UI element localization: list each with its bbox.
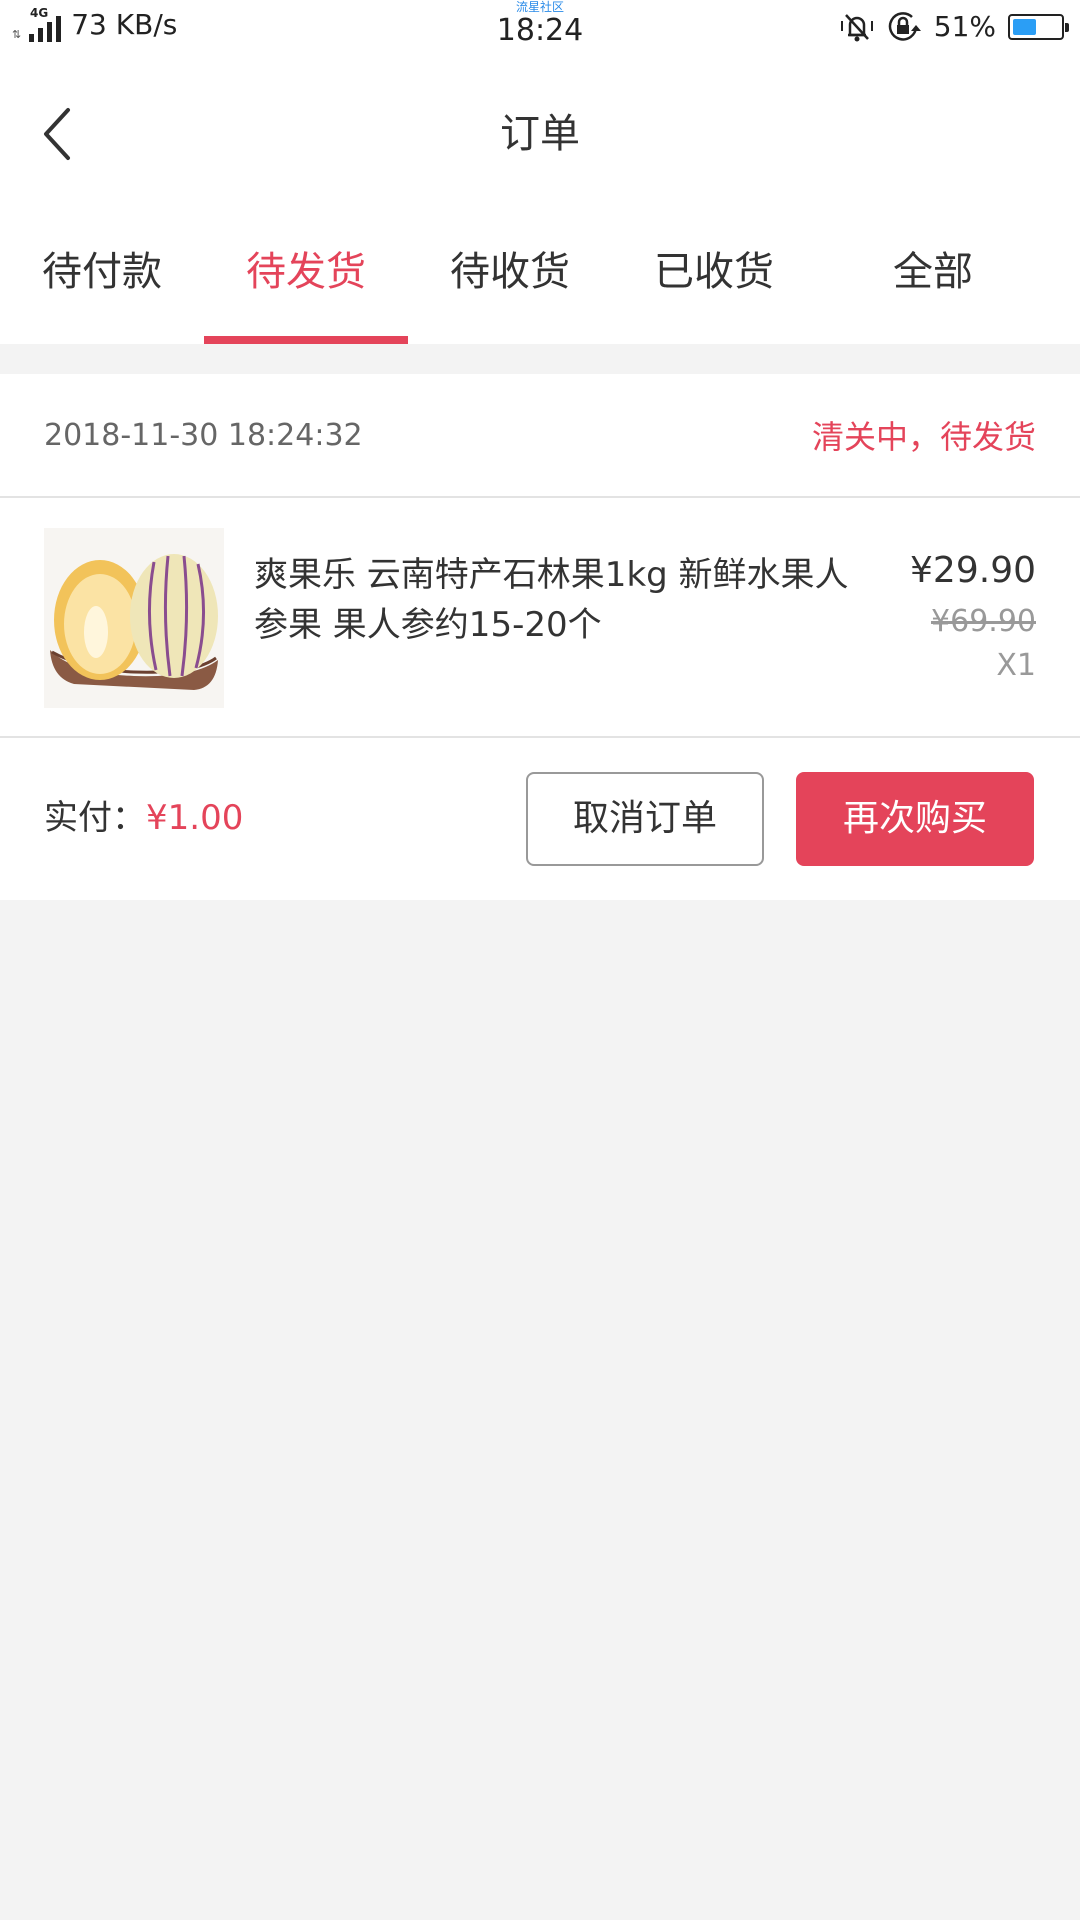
status-bar: ⇅ 4G 73 KB/s 流星社区 18:24 51% <box>0 0 1080 54</box>
buy-again-button[interactable]: 再次购买 <box>796 772 1034 866</box>
tab-pending-shipment[interactable]: 待发货 <box>204 204 408 344</box>
tab-pending-receipt[interactable]: 待收货 <box>408 204 612 344</box>
order-footer: 实付：¥1.00 取消订单 再次购买 <box>0 738 1080 898</box>
rotation-lock-icon <box>888 11 921 41</box>
tab-pending-payment[interactable]: 待付款 <box>0 204 204 344</box>
cancel-order-button[interactable]: 取消订单 <box>526 772 764 866</box>
order-tabs: 待付款 待发货 待收货 已收货 全部 <box>0 204 1080 344</box>
product-name[interactable]: 爽果乐 云南特产石林果1kg 新鲜水果人参果 果人参约15-20个 <box>254 550 874 650</box>
mute-icon <box>840 13 873 41</box>
tab-received[interactable]: 已收货 <box>612 204 816 344</box>
page-title: 订单 <box>500 111 580 157</box>
order-status: 清关中，待发货 <box>811 418 1036 456</box>
battery-level <box>1013 18 1037 35</box>
paid-total: 实付：¥1.00 <box>44 786 243 850</box>
product-quantity: X1 <box>996 648 1036 683</box>
order-card: 2018-11-30 18:24:32 清关中，待发货 爽果乐 云南特产石林果1… <box>0 374 1080 900</box>
product-price: ¥29.90 <box>910 550 1036 591</box>
order-datetime: 2018-11-30 18:24:32 <box>44 417 363 453</box>
status-right: 51% <box>840 10 1069 43</box>
order-item[interactable]: 爽果乐 云南特产石林果1kg 新鲜水果人参果 果人参约15-20个 ¥29.90… <box>0 498 1080 738</box>
battery-percent: 51% <box>933 10 996 43</box>
order-header: 2018-11-30 18:24:32 清关中，待发货 <box>0 374 1080 498</box>
battery-icon <box>1008 13 1069 40</box>
header: 订单 <box>0 54 1080 204</box>
product-thumbnail <box>44 528 224 708</box>
tab-all[interactable]: 全部 <box>816 204 1050 344</box>
product-original-price: ¥69.90 <box>931 604 1036 639</box>
paid-label: 实付： <box>44 798 146 838</box>
paid-amount: ¥1.00 <box>146 798 244 838</box>
